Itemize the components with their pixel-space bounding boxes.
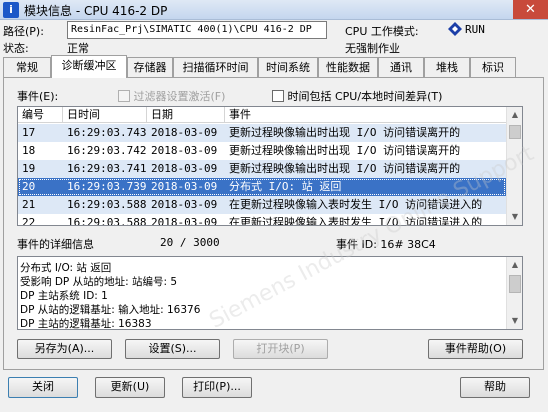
window-title: 模块信息 - CPU 416-2 DP <box>24 4 168 18</box>
row-date: 2018-03-09 <box>151 144 218 157</box>
detail-line: DP 主站系统 ID: 1 <box>20 290 108 302</box>
tab-performance-data[interactable]: 性能数据 <box>318 57 378 77</box>
force-status: 无强制作业 <box>345 42 400 55</box>
details-scrollbar[interactable]: ▲ ▼ <box>506 257 522 329</box>
path-label: 路径(P): <box>3 25 44 38</box>
column-header-date[interactable]: 日期 <box>147 107 225 123</box>
cpu-mode-value: RUN <box>465 23 485 36</box>
scroll-down-icon[interactable]: ▼ <box>507 313 522 329</box>
print-button[interactable]: 打印(P)... <box>182 377 252 398</box>
row-event: 更新过程映像输出时出现 I/O 访问错误离开的 <box>229 126 461 139</box>
time-diff-label: 时间包括 CPU/本地时间差异(T) <box>287 90 443 103</box>
row-number: 22 <box>22 216 36 226</box>
table-row[interactable]: 21 16:29:03.588 2018-03-09 在更新过程映像输入表时发生 I/… <box>18 196 506 214</box>
filter-label: 过滤器设置激活(F) <box>133 90 226 103</box>
row-time: 16:29:03.588 <box>67 216 147 226</box>
column-header-event[interactable]: 事件 <box>225 107 506 123</box>
row-date: 2018-03-09 <box>151 216 218 226</box>
events-label: 事件(E): <box>17 90 59 103</box>
row-number: 17 <box>22 126 36 139</box>
table-row[interactable]: 19 16:29:03.741 2018-03-09 更新过程映像输出时出现 I/O … <box>18 160 506 178</box>
scroll-thumb[interactable] <box>509 275 521 293</box>
tab-time-system[interactable]: 时间系统 <box>258 57 318 77</box>
filter-checkbox-group: 过滤器设置激活(F) <box>118 88 225 104</box>
help-button[interactable]: 帮助 <box>460 377 530 398</box>
tab-stacks[interactable]: 堆栈 <box>424 57 470 77</box>
title-bar: i 模块信息 - CPU 416-2 DP ✕ <box>0 0 548 20</box>
row-event: 在更新过程映像输入表时发生 I/O 访问错误进入的 <box>229 216 483 226</box>
settings-button[interactable]: 设置(S)... <box>125 339 220 359</box>
detail-line: 受影响 DP 从站的地址: 站编号: 5 <box>20 276 178 288</box>
row-event: 分布式 I/O: 站 返回 <box>229 180 342 193</box>
row-time: 16:29:03.742 <box>67 144 147 157</box>
table-row[interactable]: 18 16:29:03.742 2018-03-09 更新过程映像输出时出现 I/O … <box>18 142 506 160</box>
tab-diagnostic-buffer[interactable]: 诊断缓冲区 <box>51 55 127 78</box>
details-label: 事件的详细信息 <box>17 238 94 251</box>
row-number: 19 <box>22 162 36 175</box>
row-time: 16:29:03.739 <box>67 180 147 193</box>
scroll-thumb[interactable] <box>509 125 521 139</box>
cpu-mode-label: CPU 工作模式: <box>345 25 419 38</box>
row-date: 2018-03-09 <box>151 126 218 139</box>
tab-communication[interactable]: 通讯 <box>378 57 424 77</box>
details-position: 20 / 3000 <box>160 236 220 249</box>
window-close-button[interactable]: ✕ <box>513 0 548 19</box>
scroll-up-icon[interactable]: ▲ <box>507 257 522 273</box>
event-list[interactable]: 编号 日时间 日期 事件 17 16:29:03.743 2018-03-09 更新过… <box>17 106 523 226</box>
row-event: 更新过程映像输出时出现 I/O 访问错误离开的 <box>229 144 461 157</box>
row-date: 2018-03-09 <box>151 180 218 193</box>
row-event: 更新过程映像输出时出现 I/O 访问错误离开的 <box>229 162 461 175</box>
scroll-up-icon[interactable]: ▲ <box>507 107 522 123</box>
detail-line: DP 主站的逻辑基址: 16383 <box>20 318 152 330</box>
column-header-number[interactable]: 编号 <box>18 107 63 123</box>
detail-line: 分布式 I/O: 站 返回 <box>20 262 112 274</box>
event-details-box[interactable]: 分布式 I/O: 站 返回 受影响 DP 从站的地址: 站编号: 5 DP 主站… <box>17 256 523 330</box>
open-block-button[interactable]: 打开块(P) <box>233 339 328 359</box>
status-value: 正常 <box>67 42 89 55</box>
filter-checkbox[interactable] <box>118 90 130 102</box>
table-row[interactable]: 17 16:29:03.743 2018-03-09 更新过程映像输出时出现 I/O … <box>18 124 506 142</box>
module-info-icon: i <box>3 2 19 18</box>
tab-scan-cycle-time[interactable]: 扫描循环时间 <box>173 57 258 77</box>
row-date: 2018-03-09 <box>151 198 218 211</box>
event-help-button[interactable]: 事件帮助(O) <box>428 339 523 359</box>
row-date: 2018-03-09 <box>151 162 218 175</box>
event-id: 事件 ID: 16# 38C4 <box>336 238 436 251</box>
column-header-time[interactable]: 日时间 <box>63 107 147 123</box>
detail-line: DP 从站的逻辑基址: 输入地址: 16376 <box>20 304 201 316</box>
row-time: 16:29:03.588 <box>67 198 147 211</box>
event-list-scrollbar[interactable]: ▲ ▼ <box>506 107 522 225</box>
row-number: 20 <box>22 180 36 193</box>
row-event: 在更新过程映像输入表时发生 I/O 访问错误进入的 <box>229 198 483 211</box>
update-button[interactable]: 更新(U) <box>95 377 165 398</box>
table-row[interactable]: 20 16:29:03.739 2018-03-09 分布式 I/O: 站 返回 <box>18 178 506 196</box>
close-button[interactable]: 关闭 <box>8 377 78 398</box>
tab-general[interactable]: 常规 <box>3 57 51 77</box>
status-label: 状态: <box>3 42 29 55</box>
tab-memory[interactable]: 存储器 <box>127 57 173 77</box>
row-number: 21 <box>22 198 36 211</box>
save-as-button[interactable]: 另存为(A)... <box>17 339 112 359</box>
tab-identification[interactable]: 标识 <box>470 57 516 77</box>
run-mode-icon <box>448 22 462 36</box>
row-time: 16:29:03.741 <box>67 162 147 175</box>
path-field: ResinFac_Prj\SIMATIC 400(1)\CPU 416-2 DP <box>67 21 327 39</box>
table-row[interactable]: 22 16:29:03.588 2018-03-09 在更新过程映像输入表时发生 I/… <box>18 214 506 226</box>
row-time: 16:29:03.743 <box>67 126 147 139</box>
row-number: 18 <box>22 144 36 157</box>
time-diff-checkbox-group: 时间包括 CPU/本地时间差异(T) <box>272 88 442 104</box>
scroll-down-icon[interactable]: ▼ <box>507 209 522 225</box>
event-list-header: 编号 日时间 日期 事件 <box>18 107 506 123</box>
time-diff-checkbox[interactable] <box>272 90 284 102</box>
